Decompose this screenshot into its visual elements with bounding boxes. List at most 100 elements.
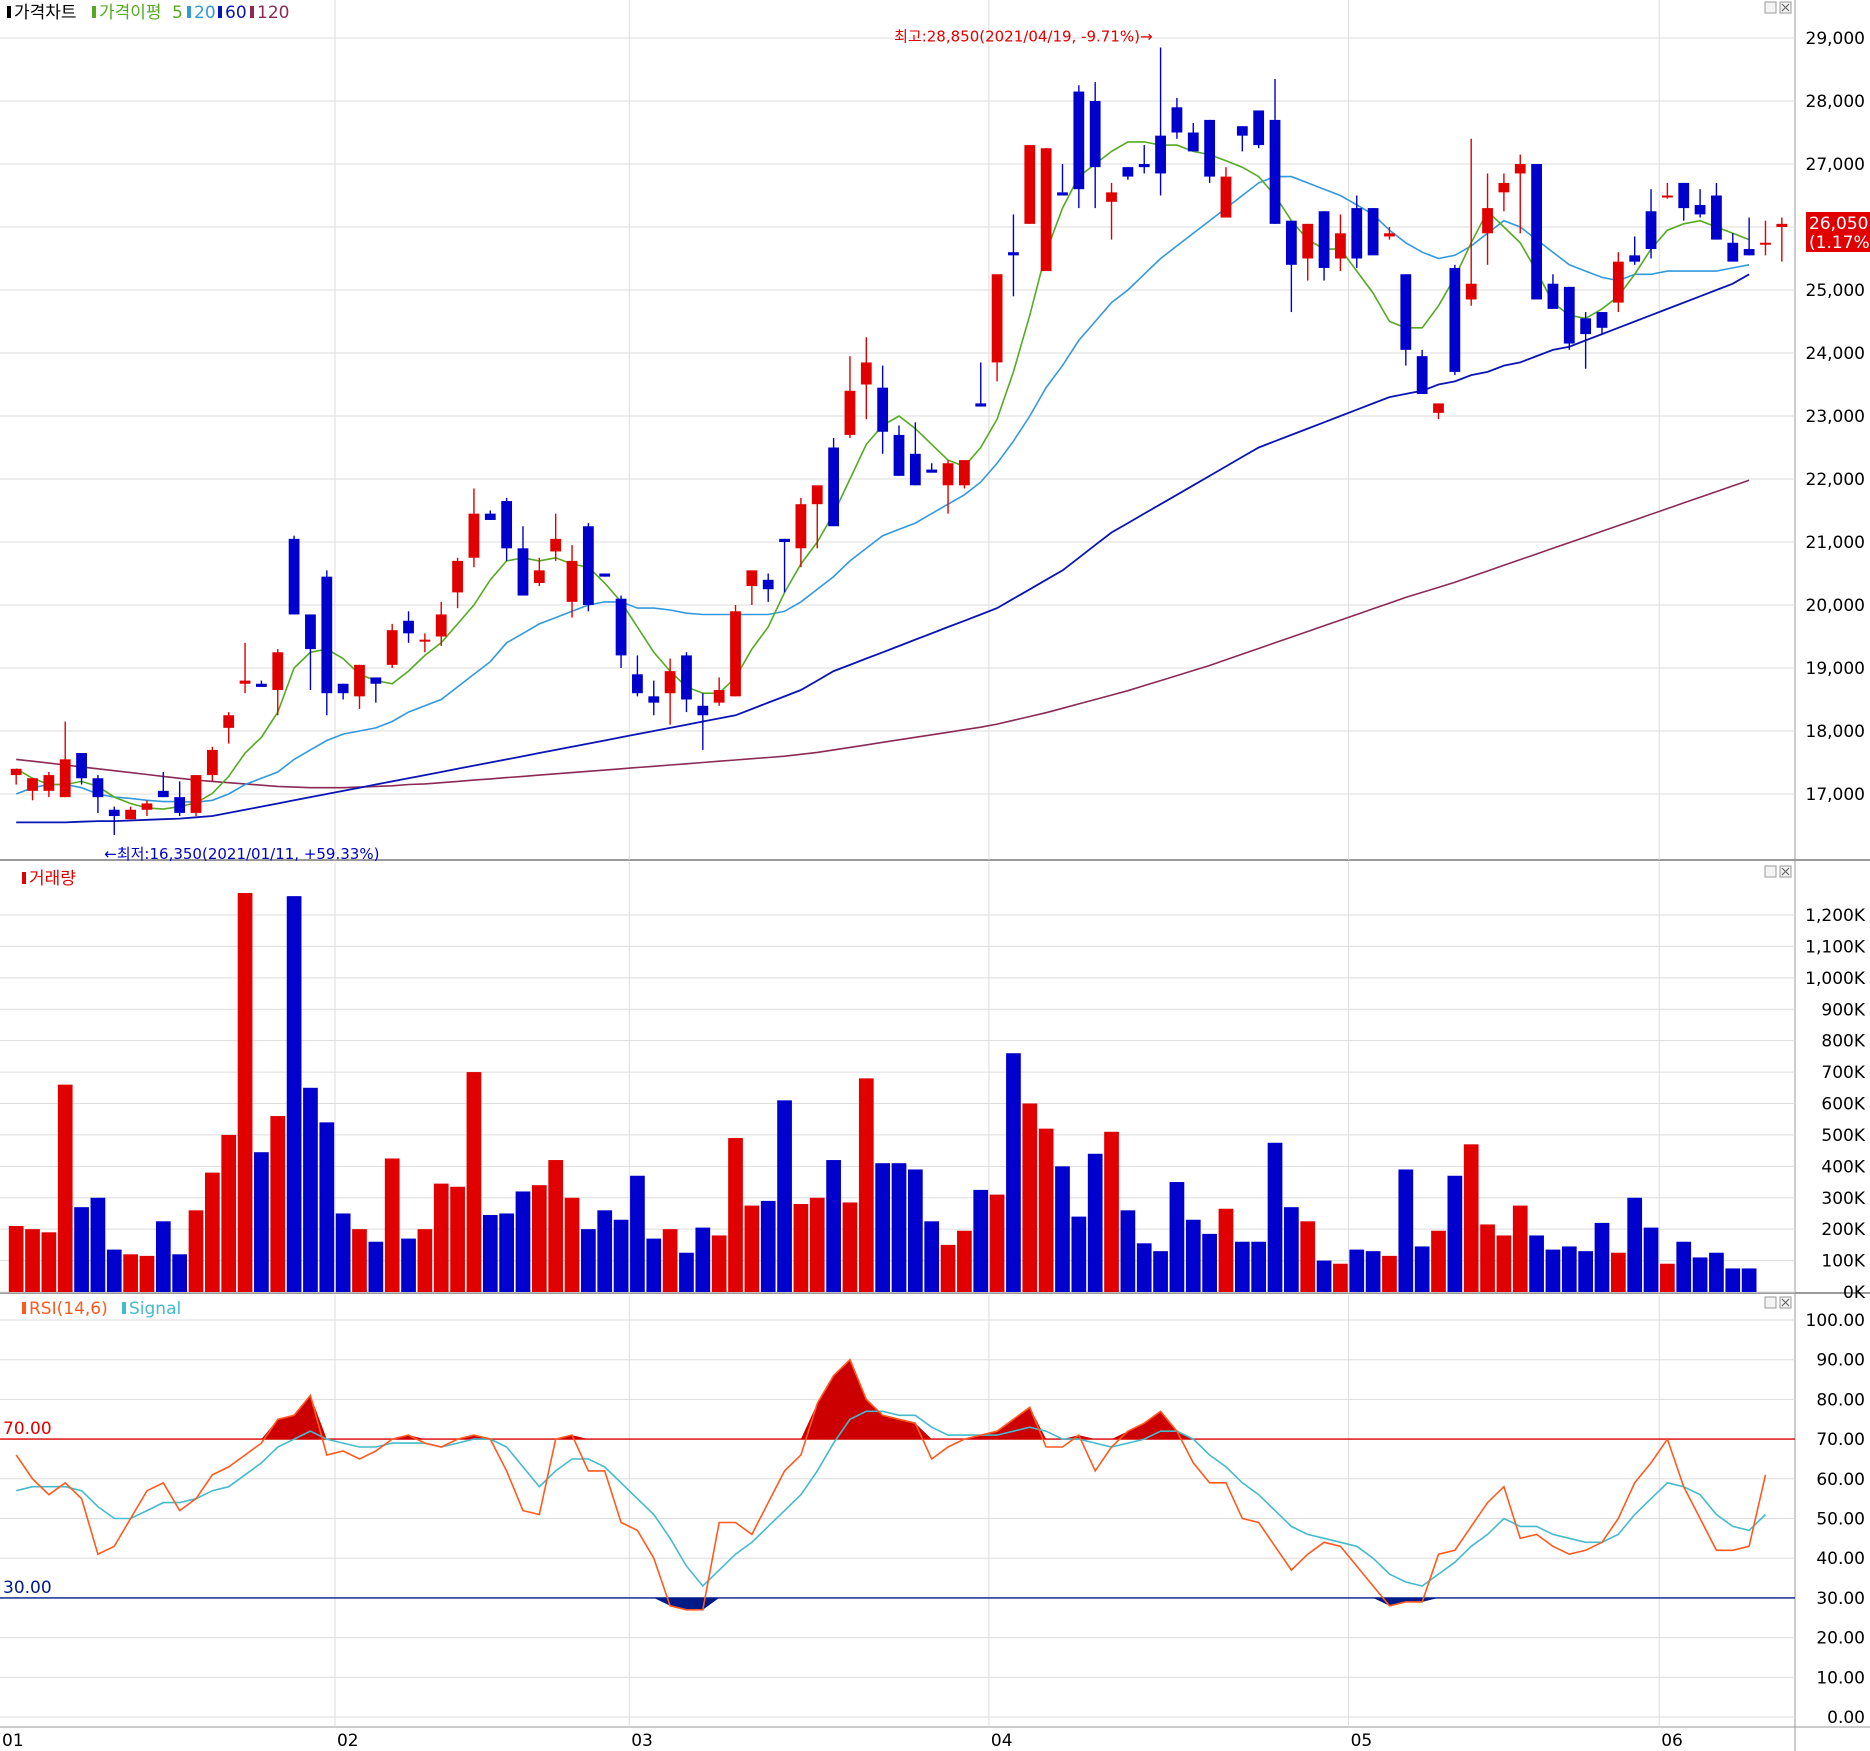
candle-body <box>419 639 431 642</box>
minimize-button[interactable] <box>1764 865 1777 878</box>
candle-body <box>403 620 414 634</box>
candle-body <box>435 614 447 637</box>
volume-bar <box>384 1158 400 1292</box>
rsi-level-label: 30.00 <box>3 1578 52 1598</box>
candle-body <box>1302 223 1314 259</box>
volume-bar <box>777 1100 792 1292</box>
volume-bar <box>1578 1251 1593 1292</box>
candle-body <box>484 513 496 520</box>
candle-body <box>256 683 267 687</box>
candle-body <box>533 570 545 583</box>
volume-bar <box>172 1254 188 1292</box>
candle-body <box>1024 145 1036 224</box>
volume-bar <box>1038 1128 1054 1292</box>
candle-body <box>1760 242 1771 245</box>
volume-bar <box>581 1229 596 1292</box>
candle-body <box>1547 283 1559 309</box>
last-change-label: (1.17%) <box>1809 233 1870 253</box>
candle-body <box>59 759 71 798</box>
volume-bar <box>531 1185 547 1292</box>
candle-body <box>1367 208 1379 256</box>
candle-body <box>844 390 856 435</box>
volume-legend: 거래량 <box>22 869 76 889</box>
volume-bar <box>1333 1263 1348 1292</box>
minimize-button[interactable] <box>1764 1 1777 14</box>
x-month-label: 01 <box>2 1731 24 1751</box>
chart-background <box>0 0 1870 1751</box>
volume-bar <box>564 1197 580 1292</box>
candle-body <box>1155 135 1166 174</box>
volume-bar <box>123 1254 138 1292</box>
candle-body <box>141 803 153 810</box>
volume-tick-label: 100K <box>1821 1252 1865 1272</box>
volume-bar <box>466 1072 482 1292</box>
candle-body <box>1629 255 1641 262</box>
volume-tick-label: 1,000K <box>1805 969 1866 989</box>
candle-body <box>828 447 840 527</box>
candle-body <box>272 652 284 691</box>
candle-body <box>1498 182 1510 193</box>
candle-body <box>730 611 741 697</box>
volume-bar <box>254 1152 269 1292</box>
volume-bar <box>1447 1175 1463 1292</box>
candle-body <box>1580 318 1592 335</box>
volume-bar <box>1136 1243 1152 1292</box>
volume-bar <box>1300 1221 1316 1292</box>
candle-body <box>1384 233 1395 237</box>
volume-bar <box>1660 1263 1675 1292</box>
candle-body <box>468 513 480 558</box>
volume-bar <box>826 1160 841 1292</box>
candle-body <box>108 809 120 817</box>
volume-bar <box>957 1230 972 1292</box>
candle-body <box>1433 403 1444 413</box>
candle-body <box>1661 195 1673 198</box>
volume-bar <box>368 1241 384 1292</box>
candle-body <box>795 504 807 549</box>
volume-bar <box>1316 1260 1332 1292</box>
candle-body <box>1612 261 1624 303</box>
candle-body <box>1204 119 1216 177</box>
candle-body <box>452 560 463 593</box>
candle-body <box>762 579 774 590</box>
volume-bar <box>940 1244 956 1292</box>
candle-body <box>337 683 349 694</box>
candle-body <box>648 696 660 703</box>
minimize-button[interactable] <box>1764 1296 1777 1309</box>
volume-bar <box>1709 1252 1724 1292</box>
volume-bar <box>907 1169 923 1292</box>
price-tick-label: 22,000 <box>1806 470 1865 490</box>
candle-body <box>1187 132 1199 152</box>
candle-body <box>926 469 938 473</box>
candle-body <box>1122 167 1134 177</box>
candle-body <box>877 387 889 432</box>
candle-body <box>1694 204 1706 215</box>
candle-body <box>975 403 987 407</box>
volume-bar <box>205 1172 220 1292</box>
volume-bar <box>1463 1144 1479 1292</box>
legend-rsi: RSI(14,6) <box>29 1299 108 1319</box>
rsi-tick-label: 100.00 <box>1806 1311 1865 1331</box>
rsi-tick-label: 10.00 <box>1816 1668 1865 1688</box>
candle-body <box>893 434 905 476</box>
candle-body <box>1711 195 1722 240</box>
candle-body <box>632 674 643 694</box>
last-price-label: 26,050 <box>1809 214 1868 234</box>
volume-bar <box>1169 1182 1185 1292</box>
volume-tick-label: 1,200K <box>1805 906 1866 926</box>
volume-bar <box>221 1134 237 1292</box>
candle-body <box>288 538 300 615</box>
volume-bar <box>1234 1241 1250 1292</box>
candle-body <box>1351 208 1363 259</box>
volume-tick-label: 1,100K <box>1805 937 1866 957</box>
rsi-tick-label: 90.00 <box>1816 1351 1865 1371</box>
candle-body <box>746 570 758 587</box>
candle-body <box>942 463 954 486</box>
volume-bar <box>1185 1219 1201 1292</box>
candle-body <box>615 598 627 656</box>
x-month-label: 02 <box>337 1731 359 1751</box>
candle-body <box>1318 211 1330 268</box>
candle-body <box>125 809 137 820</box>
volume-bar <box>90 1197 106 1292</box>
candle-body <box>27 778 38 791</box>
rsi-level-label: 70.00 <box>3 1419 52 1439</box>
